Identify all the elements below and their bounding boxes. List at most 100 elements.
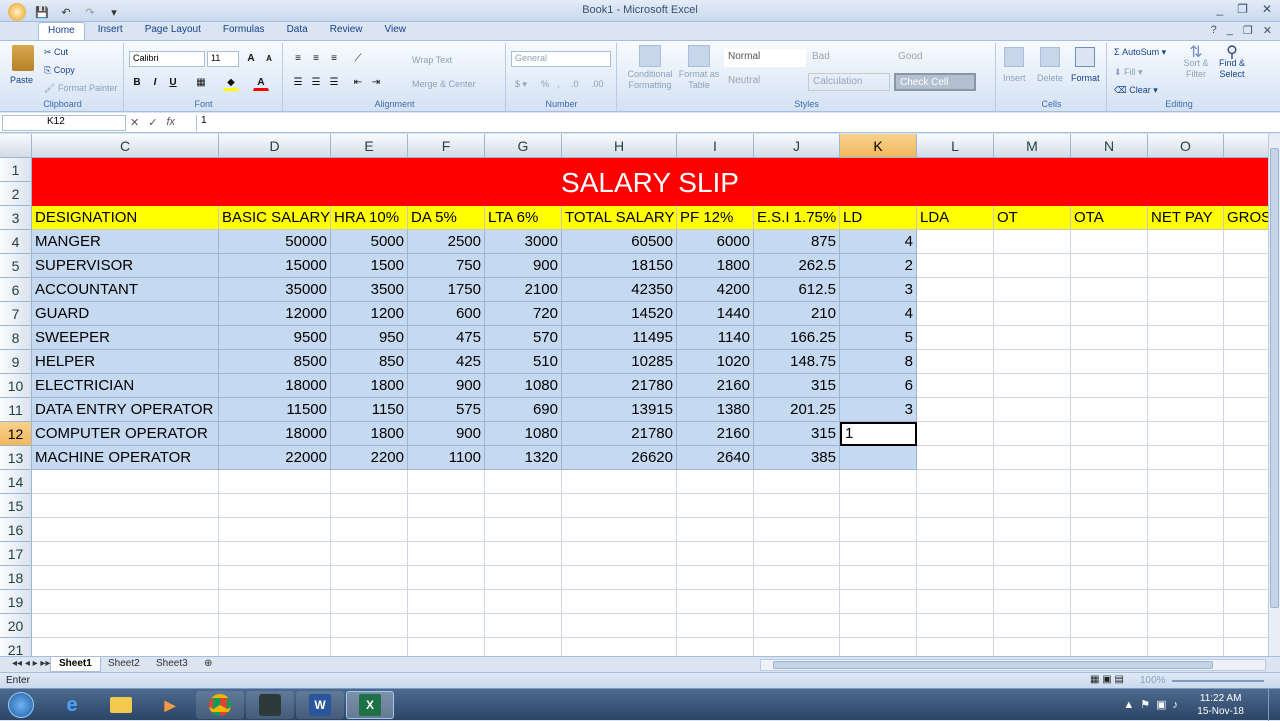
table-cell[interactable]: 11495 <box>562 326 677 350</box>
table-cell[interactable]: 21780 <box>562 374 677 398</box>
empty-cell[interactable] <box>562 566 677 590</box>
table-cell[interactable]: SUPERVISOR <box>32 254 219 278</box>
empty-cell[interactable] <box>754 494 840 518</box>
taskbar-app[interactable] <box>246 691 294 719</box>
orientation-icon[interactable]: ⟋ <box>350 51 366 67</box>
table-cell[interactable]: 2640 <box>677 446 754 470</box>
header-cell[interactable]: LTA 6% <box>485 206 562 230</box>
table-cell[interactable] <box>994 254 1071 278</box>
table-cell[interactable]: ELECTRICIAN <box>32 374 219 398</box>
empty-cell[interactable] <box>32 542 219 566</box>
row-header[interactable]: 4 <box>0 230 32 254</box>
font-color-icon[interactable]: A <box>253 75 269 91</box>
table-cell[interactable]: 21780 <box>562 422 677 446</box>
table-cell[interactable]: 6000 <box>677 230 754 254</box>
header-cell[interactable]: DESIGNATION <box>32 206 219 230</box>
table-cell[interactable]: 1380 <box>677 398 754 422</box>
empty-cell[interactable] <box>840 590 917 614</box>
table-cell[interactable]: 18150 <box>562 254 677 278</box>
table-cell[interactable]: MACHINE OPERATOR <box>32 446 219 470</box>
row-header[interactable]: 11 <box>0 398 32 422</box>
table-cell[interactable]: 11500 <box>219 398 331 422</box>
align-right-icon[interactable]: ☰ <box>326 75 342 91</box>
empty-cell[interactable] <box>32 566 219 590</box>
restore-button[interactable]: ❐ <box>1237 2 1248 16</box>
find-select-button[interactable]: ⚲ Find & Select <box>1214 45 1250 80</box>
empty-cell[interactable] <box>840 638 917 656</box>
empty-cell[interactable] <box>677 590 754 614</box>
taskbar-excel[interactable]: X <box>346 691 394 719</box>
table-cell[interactable]: 1440 <box>677 302 754 326</box>
table-cell[interactable] <box>917 446 994 470</box>
ribbon-minimize-icon[interactable]: _ <box>1227 24 1233 37</box>
table-cell[interactable] <box>1224 278 1268 302</box>
column-header[interactable]: E <box>331 134 408 158</box>
shrink-font-icon[interactable]: A <box>261 51 277 67</box>
table-cell[interactable]: 18000 <box>219 422 331 446</box>
table-cell[interactable] <box>994 326 1071 350</box>
empty-cell[interactable] <box>485 590 562 614</box>
zoom-slider[interactable] <box>1172 680 1264 682</box>
empty-cell[interactable] <box>1148 542 1224 566</box>
table-cell[interactable]: 60500 <box>562 230 677 254</box>
align-left-icon[interactable]: ☰ <box>290 75 306 91</box>
table-cell[interactable] <box>1071 254 1148 278</box>
table-cell[interactable]: 201.25 <box>754 398 840 422</box>
empty-cell[interactable] <box>331 470 408 494</box>
column-header[interactable]: M <box>994 134 1071 158</box>
table-cell[interactable]: 13915 <box>562 398 677 422</box>
bold-button[interactable]: B <box>129 75 145 91</box>
empty-cell[interactable] <box>408 542 485 566</box>
empty-cell[interactable] <box>754 638 840 656</box>
empty-cell[interactable] <box>331 638 408 656</box>
paste-button[interactable]: Paste <box>10 75 33 85</box>
empty-cell[interactable] <box>1148 614 1224 638</box>
table-cell[interactable] <box>1148 350 1224 374</box>
empty-cell[interactable] <box>562 638 677 656</box>
empty-cell[interactable] <box>1224 590 1268 614</box>
empty-cell[interactable] <box>562 590 677 614</box>
font-name-select[interactable]: Calibri <box>129 51 205 67</box>
table-cell[interactable]: 4 <box>840 230 917 254</box>
table-cell[interactable]: 14520 <box>562 302 677 326</box>
empty-cell[interactable] <box>994 518 1071 542</box>
table-cell[interactable]: 1150 <box>331 398 408 422</box>
table-cell[interactable]: 210 <box>754 302 840 326</box>
empty-cell[interactable] <box>1224 542 1268 566</box>
table-cell[interactable]: 570 <box>485 326 562 350</box>
sheet-tab-2[interactable]: Sheet2 <box>100 657 148 672</box>
table-cell[interactable] <box>1071 422 1148 446</box>
empty-cell[interactable] <box>840 518 917 542</box>
empty-cell[interactable] <box>1071 494 1148 518</box>
column-header[interactable] <box>1224 134 1268 158</box>
table-cell[interactable]: 42350 <box>562 278 677 302</box>
table-cell[interactable] <box>1148 302 1224 326</box>
empty-cell[interactable] <box>677 470 754 494</box>
table-cell[interactable]: 1800 <box>331 374 408 398</box>
empty-cell[interactable] <box>917 614 994 638</box>
empty-cell[interactable] <box>408 590 485 614</box>
row-header[interactable]: 6 <box>0 278 32 302</box>
table-cell[interactable]: ACCOUNTANT <box>32 278 219 302</box>
paste-icon[interactable] <box>12 45 34 71</box>
table-cell[interactable]: 8 <box>840 350 917 374</box>
table-cell[interactable] <box>840 446 917 470</box>
table-cell[interactable]: 1200 <box>331 302 408 326</box>
style-normal[interactable]: Normal <box>724 49 806 67</box>
fill-button[interactable]: ⬇ Fill ▾ <box>1114 67 1143 78</box>
table-cell[interactable] <box>1148 398 1224 422</box>
empty-cell[interactable] <box>917 542 994 566</box>
table-cell[interactable] <box>1071 326 1148 350</box>
empty-cell[interactable] <box>219 470 331 494</box>
empty-cell[interactable] <box>754 542 840 566</box>
empty-cell[interactable] <box>32 590 219 614</box>
table-cell[interactable]: 690 <box>485 398 562 422</box>
empty-cell[interactable] <box>754 566 840 590</box>
increase-decimal-icon[interactable]: .0 <box>571 79 579 89</box>
empty-cell[interactable] <box>994 590 1071 614</box>
table-cell[interactable]: 575 <box>408 398 485 422</box>
empty-cell[interactable] <box>677 518 754 542</box>
table-cell[interactable]: 315 <box>754 374 840 398</box>
table-cell[interactable]: HELPER <box>32 350 219 374</box>
table-cell[interactable]: 1750 <box>408 278 485 302</box>
